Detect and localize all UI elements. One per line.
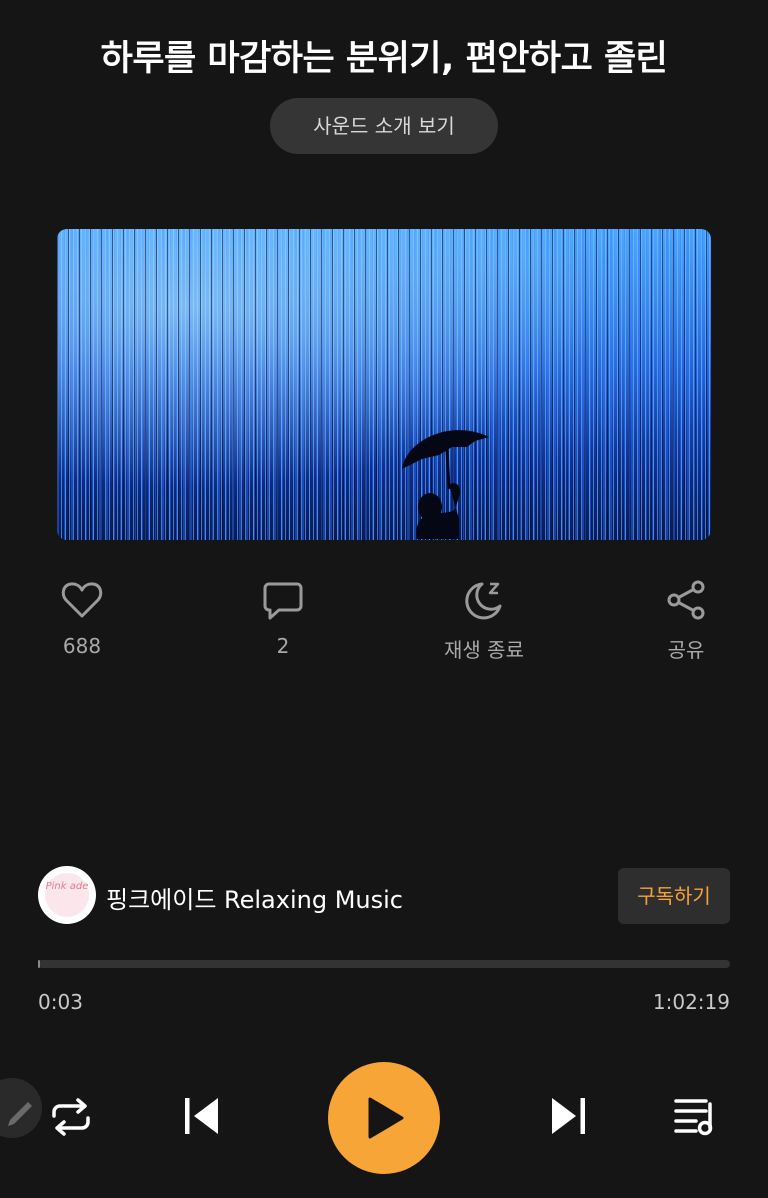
progress-fill — [38, 960, 41, 968]
track-title: 하루를 마감하는 분위기, 편안하고 졸린 — [100, 39, 668, 79]
playlist-button[interactable] — [672, 1096, 720, 1140]
sleep-timer-icon — [465, 582, 502, 620]
progress-bar[interactable] — [38, 960, 730, 968]
next-icon — [552, 1098, 585, 1134]
play-button[interactable] — [328, 1062, 440, 1174]
share-label: 공유 — [667, 638, 705, 662]
repeat-icon — [52, 1098, 90, 1136]
share-button[interactable]: 공유 — [616, 578, 756, 663]
comment-button[interactable]: 2 — [213, 578, 353, 658]
umbrella-silhouette — [402, 430, 489, 539]
previous-icon — [185, 1098, 218, 1134]
like-count: 688 — [62, 634, 102, 658]
share-icon — [667, 580, 705, 620]
sleep-timer-button[interactable]: 재생 종료 — [414, 578, 554, 663]
channel-row: Pink ade 핑크에이드 Relaxing Music 구독하기 — [38, 866, 730, 926]
comment-icon — [263, 582, 303, 620]
heart-icon — [61, 582, 103, 618]
next-button[interactable] — [546, 1096, 590, 1140]
channel-name[interactable]: 핑크에이드 Relaxing Music — [106, 880, 403, 915]
comment-count: 2 — [276, 634, 290, 658]
previous-button[interactable] — [180, 1096, 224, 1140]
player-controls — [0, 1058, 768, 1178]
album-artwork — [57, 229, 711, 540]
current-time: 0:03 — [38, 990, 83, 1014]
play-icon — [368, 1097, 404, 1139]
sleep-timer-label: 재생 종료 — [444, 638, 524, 662]
like-button[interactable]: 688 — [12, 578, 152, 658]
total-time: 1:02:19 — [652, 990, 730, 1014]
avatar-logo: Pink ade — [45, 873, 89, 917]
repeat-button[interactable] — [48, 1094, 94, 1144]
sound-intro-button[interactable]: 사운드 소개 보기 — [270, 98, 498, 154]
subscribe-button[interactable]: 구독하기 — [618, 868, 730, 924]
playlist-icon — [674, 1099, 713, 1136]
action-bar: 688 2 재생 종료 공유 — [0, 578, 768, 668]
channel-avatar[interactable]: Pink ade — [38, 866, 96, 924]
